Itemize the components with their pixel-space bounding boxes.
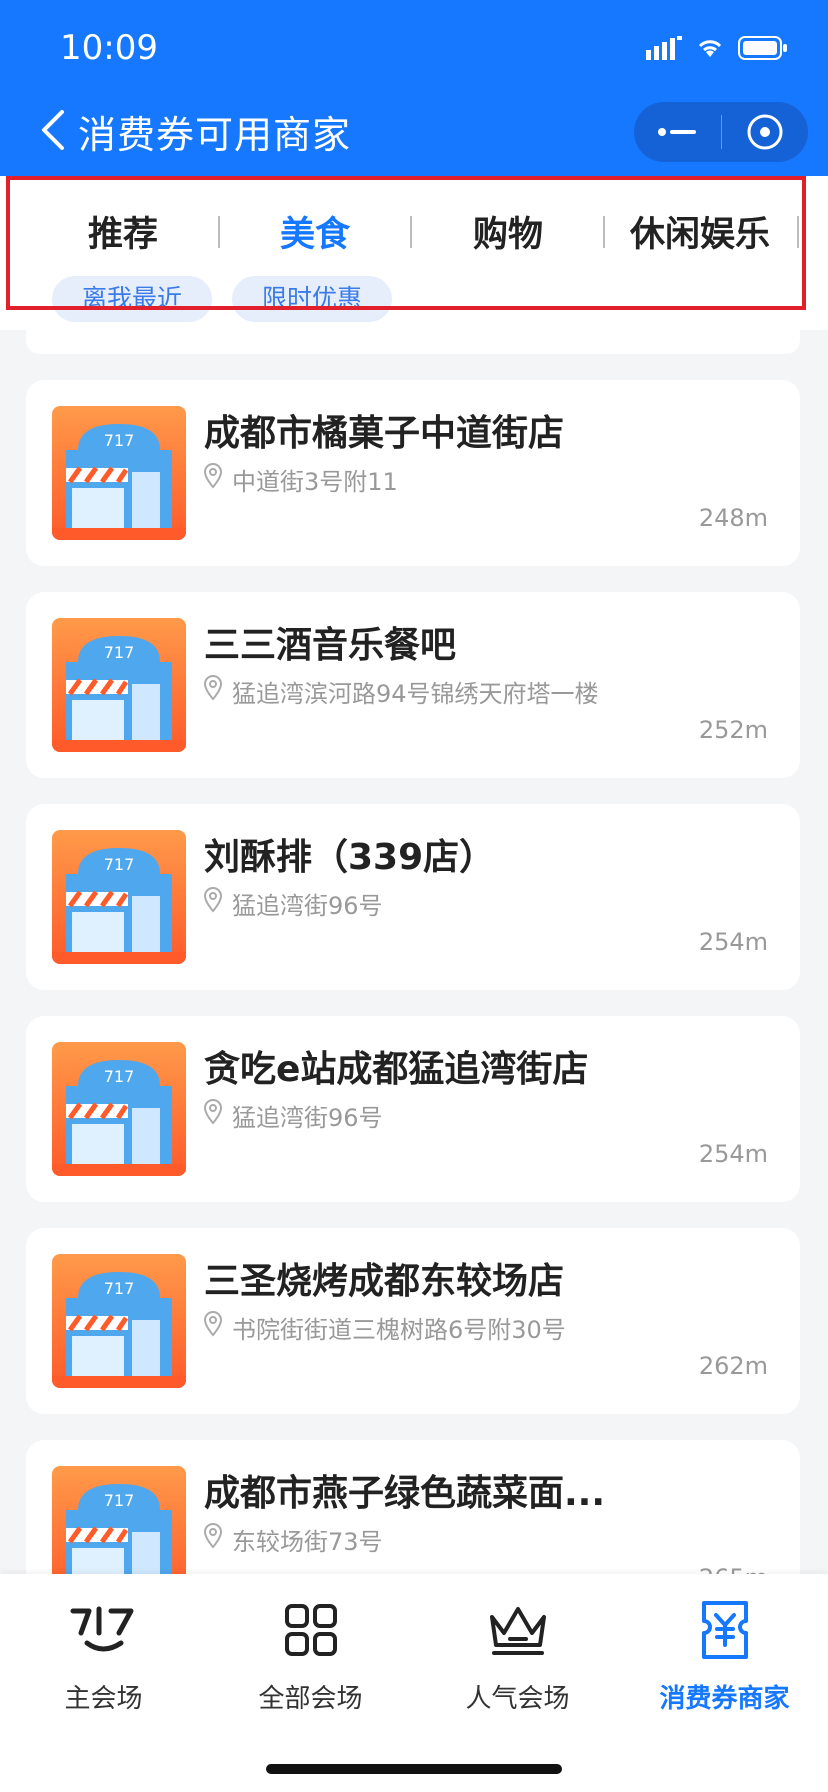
store-name: 三圣烧烤成都东较场店 [204, 1261, 565, 1302]
store-thumbnail: 717 [52, 406, 186, 540]
battery-icon [738, 36, 787, 60]
svg-text:717: 717 [104, 1067, 135, 1086]
store-distance: 252m [698, 716, 768, 744]
store-card[interactable]: 717 成都市橘菓子中道街店 中道街3号附11 248m [26, 380, 800, 566]
location-pin-icon [203, 674, 223, 701]
store-distance: 262m [698, 1352, 768, 1380]
store-distance: 254m [698, 928, 768, 956]
tab-food[interactable]: 美食 [280, 206, 350, 257]
location-pin-icon [203, 886, 223, 913]
717-logo-icon [70, 1606, 133, 1652]
status-time: 10:09 [60, 28, 158, 68]
location-pin-icon [203, 1098, 223, 1125]
home-indicator [266, 1764, 562, 1774]
store-address: 猛追湾滨河路94号锦绣天府塔一楼 [232, 680, 599, 708]
bottom-nav: 主会场 全部会场 人气会场 消费券商家 [0, 1574, 828, 1792]
store-address: 猛追湾街96号 [232, 1104, 383, 1132]
tab-recommend[interactable]: 推荐 [88, 206, 158, 257]
store-thumbnail: 717 [52, 1042, 186, 1176]
coupon-icon [701, 1601, 748, 1659]
svg-text:717: 717 [104, 431, 135, 450]
store-name: 刘酥排（339店） [204, 837, 496, 878]
svg-text:717: 717 [104, 855, 135, 874]
tab-separator [603, 216, 605, 248]
store-card[interactable]: 717 三圣烧烤成都东较场店 书院街街道三槐树路6号附30号 262m [26, 1228, 800, 1414]
store-distance: 254m [698, 1140, 768, 1168]
nav-coupon-merchants[interactable]: 消费券商家 [621, 1600, 828, 1715]
close-circle-icon [747, 114, 783, 150]
filter-limited-offer[interactable]: 限时优惠 [232, 276, 393, 322]
page-title: 消费券可用商家 [78, 113, 352, 157]
filter-nearest[interactable]: 离我最近 [52, 276, 213, 322]
location-pin-icon [203, 1310, 223, 1337]
tab-separator [410, 216, 412, 248]
nav-popular-venue-label: 人气会场 [465, 1684, 570, 1714]
nav-all-venues-label: 全部会场 [258, 1684, 363, 1714]
status-icons [646, 36, 788, 60]
category-tabs: 推荐 美食 购物 休闲娱乐 [0, 206, 828, 256]
tab-separator [218, 216, 220, 248]
nav-main-venue[interactable]: 主会场 [0, 1600, 207, 1715]
nav-main-venue-label: 主会场 [64, 1684, 143, 1714]
store-thumbnail: 717 [52, 830, 186, 964]
close-button[interactable] [722, 102, 809, 162]
store-thumbnail: 717 [52, 1254, 186, 1388]
signal-icon [646, 36, 682, 60]
store-name: 成都市橘菓子中道街店 [204, 413, 565, 454]
store-address: 猛追湾街96号 [232, 892, 383, 920]
store-address: 东较场街73号 [232, 1528, 383, 1556]
store-name: 成都市燕子绿色蔬菜面... [204, 1473, 606, 1514]
tab-shopping[interactable]: 购物 [473, 206, 543, 257]
store-address: 中道街3号附11 [232, 468, 398, 496]
store-name: 贪吃e站成都猛追湾街店 [204, 1049, 589, 1090]
more-icon [658, 128, 697, 136]
store-card[interactable]: 717 贪吃e站成都猛追湾街店 猛追湾街96号 254m [26, 1016, 800, 1202]
nav-popular-venue[interactable]: 人气会场 [414, 1600, 621, 1715]
location-pin-icon [203, 1522, 223, 1549]
store-name: 三三酒音乐餐吧 [204, 625, 457, 666]
nav-all-venues[interactable]: 全部会场 [207, 1600, 414, 1715]
location-pin-icon [203, 462, 223, 489]
grid-icon [284, 1604, 337, 1656]
store-address: 书院街街道三槐树路6号附30号 [232, 1316, 566, 1344]
store-distance: 248m [698, 504, 768, 532]
svg-text:717: 717 [104, 1279, 135, 1298]
previous-card-edge [26, 330, 800, 354]
more-button[interactable] [634, 102, 721, 162]
tab-leisure[interactable]: 休闲娱乐 [630, 206, 770, 257]
store-thumbnail: 717 [52, 618, 186, 752]
store-card[interactable]: 717 刘酥排（339店） 猛追湾街96号 254m [26, 804, 800, 990]
svg-text:717: 717 [104, 643, 135, 662]
mini-program-capsule [634, 102, 808, 162]
wifi-icon [698, 40, 722, 57]
store-card[interactable]: 717 三三酒音乐餐吧 猛追湾滨河路94号锦绣天府塔一楼 252m [26, 592, 800, 778]
back-icon[interactable] [38, 108, 68, 152]
crown-icon [489, 1607, 546, 1655]
tab-separator [797, 216, 799, 248]
nav-coupon-merchants-label: 消费券商家 [659, 1684, 790, 1714]
svg-text:717: 717 [104, 1491, 135, 1510]
